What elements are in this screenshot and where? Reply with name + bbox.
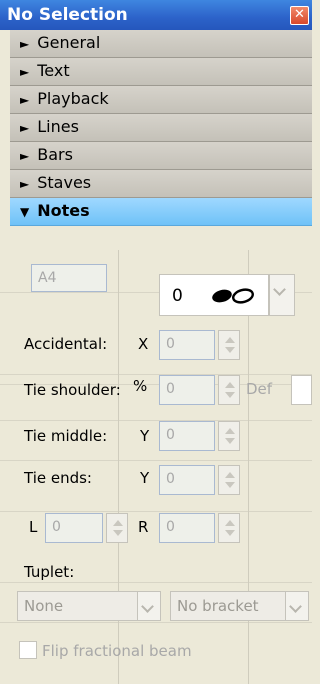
pitch-field[interactable]: A4: [31, 264, 107, 292]
section-bars[interactable]: ► Bars: [10, 142, 312, 170]
duration-dropdown-button[interactable]: [269, 274, 295, 316]
close-button[interactable]: ✕: [290, 6, 309, 25]
section-notes[interactable]: ▼ Notes: [10, 198, 312, 226]
tie-ends-y-value: 0: [166, 471, 175, 487]
close-icon: ✕: [294, 7, 305, 22]
accidental-x-field[interactable]: 0: [159, 330, 215, 360]
tuplet-bracket-value: No bracket: [177, 597, 259, 615]
r-label: R: [138, 518, 149, 536]
expand-arrow-icon: ►: [20, 65, 30, 79]
accidental-axis: X: [138, 335, 149, 353]
tie-middle-y-stepper[interactable]: [218, 421, 240, 451]
duration-value: 0: [172, 286, 183, 306]
window-title: No Selection: [7, 5, 128, 25]
section-label: General: [37, 33, 101, 52]
tie-middle-y-value: 0: [166, 427, 175, 443]
staff-line: [0, 374, 312, 375]
staff-line: [0, 420, 312, 421]
r-stepper[interactable]: [218, 513, 240, 543]
tie-middle-label: Tie middle:: [24, 427, 108, 445]
tie-shoulder-value: 0: [166, 381, 175, 397]
tie-ends-axis: Y: [140, 469, 150, 487]
section-text[interactable]: ► Text: [10, 58, 312, 86]
section-general[interactable]: ► General: [10, 30, 312, 58]
expand-arrow-icon: ►: [20, 93, 30, 107]
r-value: 0: [166, 519, 175, 535]
expand-arrow-icon: ►: [20, 177, 30, 191]
chevron-down-icon: [285, 592, 308, 620]
staff-line: [0, 460, 312, 461]
accidental-label: Accidental:: [24, 335, 108, 353]
tuplet-type-select[interactable]: None: [17, 591, 161, 621]
default-label: Def: [246, 380, 273, 398]
section-label: Staves: [37, 173, 92, 192]
flip-fractional-beam-label: Flip fractional beam: [42, 642, 192, 660]
expand-arrow-icon: ►: [20, 37, 30, 51]
l-stepper[interactable]: [106, 513, 128, 543]
section-label: Bars: [37, 145, 73, 164]
l-value: 0: [52, 519, 61, 535]
section-label: Notes: [37, 201, 90, 220]
tie-middle-y-field[interactable]: 0: [159, 421, 215, 451]
title-bar: No Selection ✕: [0, 0, 312, 30]
section-label: Text: [37, 61, 70, 80]
staff-line: [0, 622, 312, 623]
default-field[interactable]: [291, 375, 312, 405]
tie-shoulder-field[interactable]: 0: [159, 375, 215, 405]
pitch-value: A4: [38, 270, 57, 286]
section-playback[interactable]: ► Playback: [10, 86, 312, 114]
tie-shoulder-axis: %: [133, 377, 148, 395]
tuplet-label: Tuplet:: [24, 563, 75, 581]
staff-line: [0, 511, 312, 512]
double-whole-note-icon: [212, 288, 254, 304]
chevron-down-icon: [137, 592, 160, 620]
chevron-down-icon: [269, 275, 294, 315]
tie-ends-label: Tie ends:: [24, 469, 92, 487]
section-label: Lines: [37, 117, 79, 136]
tie-ends-y-stepper[interactable]: [218, 465, 240, 495]
accidental-x-stepper[interactable]: [218, 330, 240, 360]
section-label: Playback: [37, 89, 109, 108]
section-staves[interactable]: ► Staves: [10, 170, 312, 198]
section-lines[interactable]: ► Lines: [10, 114, 312, 142]
l-field[interactable]: 0: [45, 513, 103, 543]
flip-fractional-beam-checkbox[interactable]: [19, 641, 37, 659]
tie-shoulder-label: Tie shoulder:: [24, 381, 121, 399]
tie-middle-axis: Y: [140, 427, 150, 445]
accidental-x-value: 0: [166, 336, 175, 352]
staff-line: [0, 582, 312, 583]
r-field[interactable]: 0: [159, 513, 215, 543]
tuplet-bracket-select[interactable]: No bracket: [170, 591, 309, 621]
expand-arrow-icon: ►: [20, 121, 30, 135]
note-duration-select[interactable]: 0: [159, 274, 269, 316]
l-label: L: [29, 518, 38, 536]
tie-shoulder-stepper[interactable]: [218, 375, 240, 405]
tie-ends-y-field[interactable]: 0: [159, 465, 215, 495]
tuplet-type-value: None: [24, 597, 64, 615]
collapse-arrow-icon: ▼: [20, 205, 30, 219]
expand-arrow-icon: ►: [20, 149, 30, 163]
